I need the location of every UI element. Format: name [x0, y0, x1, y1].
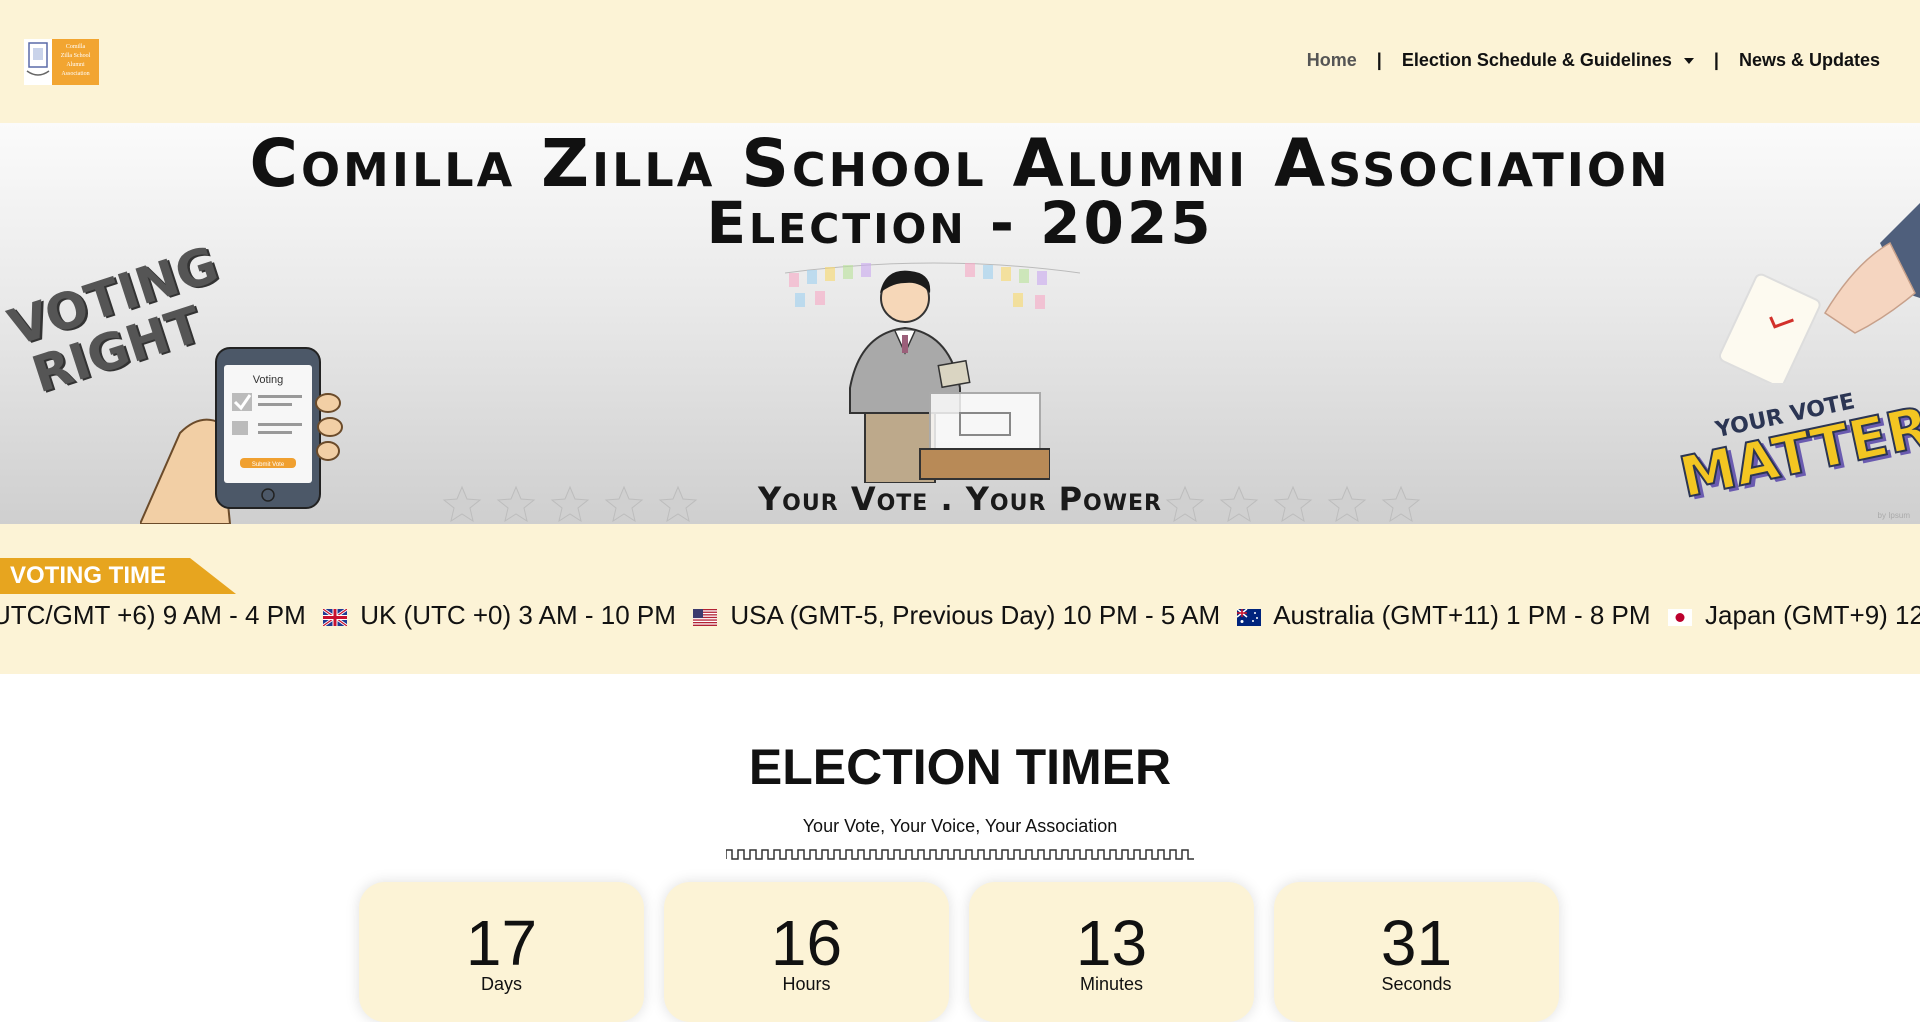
ticker-item-bangladesh: UTC/GMT +6) 9 AM - 4 PM — [0, 600, 306, 630]
star-icon — [1327, 485, 1367, 523]
countdown-hours-label: Hours — [782, 974, 831, 994]
countdown-minutes: 13 Minutes — [969, 882, 1254, 1022]
countdown-minutes-value: 13 — [1075, 907, 1148, 979]
election-timer-title: ELECTION TIMER — [748, 739, 1172, 795]
chevron-down-icon[interactable] — [1683, 57, 1694, 64]
countdown-days: 17 Days — [359, 882, 644, 1022]
countdown-days-value: 17 — [465, 907, 538, 979]
uk-flag-icon — [322, 609, 347, 626]
nav-separator: | — [1376, 50, 1382, 70]
ballot-hand-illustration — [1718, 203, 1920, 383]
voting-time-band: VOTING TIME UTC/GMT +6) 9 AM - 4 PM UK (… — [0, 524, 1920, 674]
ticker-item-australia: Australia (GMT+11) 1 PM - 8 PM — [1273, 600, 1651, 630]
countdown-seconds-label: Seconds — [1381, 974, 1452, 994]
star-icon — [1219, 485, 1259, 523]
countdown: 17 Days 16 Hours 13 Minutes 31 Seconds — [359, 882, 1579, 1022]
ticker-item-usa: USA (GMT-5, Previous Day) 10 PM - 5 AM — [730, 600, 1221, 630]
stars-right — [1165, 485, 1421, 523]
countdown-seconds: 31 Seconds — [1274, 882, 1559, 1022]
banner-tagline: Your Vote . Your Power — [758, 480, 1162, 518]
countdown-days-label: Days — [480, 974, 522, 994]
voting-time-ticker: UTC/GMT +6) 9 AM - 4 PM UK (UTC +0) 3 AM… — [0, 600, 1920, 631]
countdown-minutes-label: Minutes — [1079, 974, 1144, 994]
australia-flag-icon — [1237, 609, 1262, 626]
nav-home[interactable]: Home — [1307, 50, 1357, 71]
logo-line-3: Alumni — [66, 62, 85, 68]
logo-line-4: Association — [61, 71, 89, 77]
main-nav: Home | Election Schedule & Guidelines | … — [1307, 50, 1880, 71]
hero-banner: Comilla Zilla School Alumni Association … — [0, 123, 1920, 524]
phone-screen-title: Voting — [253, 374, 284, 386]
site-logo[interactable]: Comilla Zilla School Alumni Association — [24, 39, 99, 85]
countdown-hours: 16 Hours — [664, 882, 949, 1022]
logo-line-1: Comilla — [66, 44, 86, 50]
nav-election-schedule[interactable]: Election Schedule & Guidelines — [1402, 50, 1694, 71]
star-icon — [1381, 485, 1421, 523]
star-icon — [1273, 485, 1313, 523]
ticker-item-japan: Japan (GMT+9) 12 PM - 7 PM — [1705, 600, 1920, 630]
election-timer-subtitle: Your Vote, Your Voice, Your Association — [802, 816, 1118, 836]
voter-illustration — [849, 270, 1050, 483]
star-icon — [1165, 485, 1205, 523]
zigzag-divider — [726, 849, 1194, 860]
phone-submit-button: Submit Vote — [252, 462, 285, 468]
logo-line-2: Zilla School — [61, 53, 91, 59]
usa-flag-icon — [693, 609, 718, 626]
ticker-item-uk: UK (UTC +0) 3 AM - 10 PM — [360, 600, 676, 630]
banner-subtitle: Election - 2025 — [706, 189, 1214, 257]
site-header: Comilla Zilla School Alumni Association … — [0, 0, 1920, 123]
nav-election-schedule-label: Election Schedule & Guidelines — [1401, 50, 1672, 70]
japan-flag-icon — [1667, 609, 1692, 626]
voting-time-badge: VOTING TIME — [0, 558, 236, 594]
image-credit: by Ipsum — [1877, 511, 1910, 520]
countdown-hours-value: 16 — [770, 907, 843, 979]
nav-news-updates[interactable]: News & Updates — [1739, 50, 1880, 71]
countdown-seconds-value: 31 — [1380, 907, 1453, 979]
nav-separator: | — [1713, 50, 1719, 70]
